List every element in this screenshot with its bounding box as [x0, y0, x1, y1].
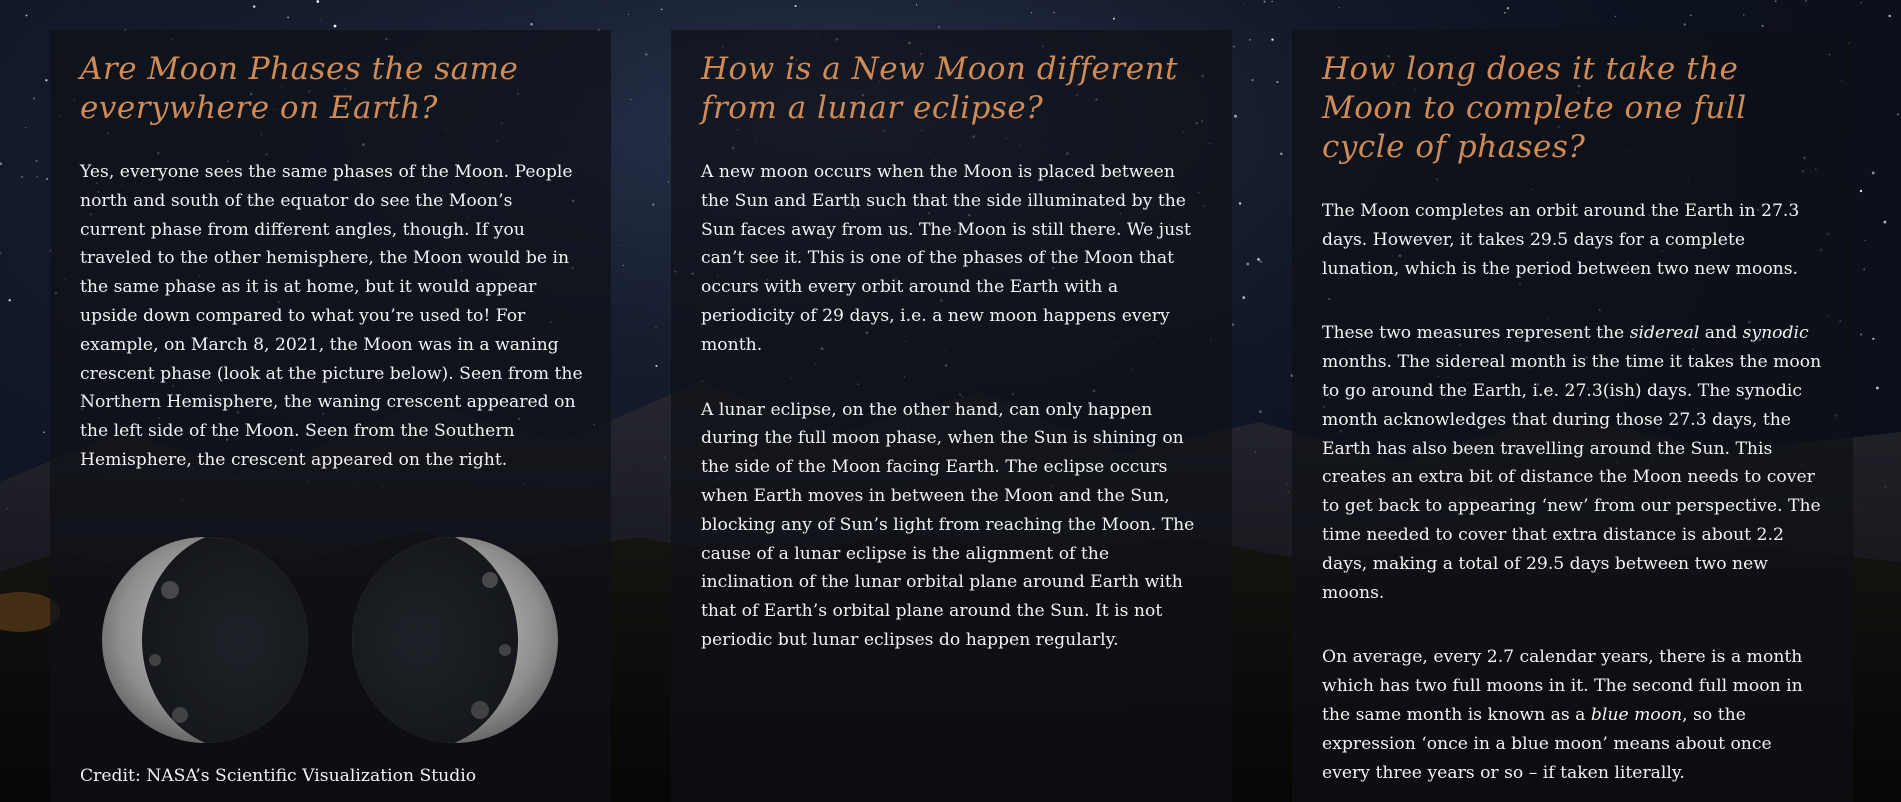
text-fragment: and	[1699, 323, 1743, 344]
star	[1234, 114, 1237, 118]
star	[661, 8, 663, 11]
star	[1246, 262, 1250, 266]
star	[645, 53, 648, 56]
star	[252, 5, 256, 8]
star	[1614, 15, 1616, 17]
star	[1859, 189, 1863, 193]
star	[1897, 113, 1899, 116]
star	[33, 97, 36, 100]
moon-phase-comparison-image	[102, 537, 558, 743]
star	[1232, 45, 1235, 48]
panel-heading: How long does it take the Moon to comple…	[1322, 51, 1747, 165]
star	[1774, 0, 1777, 3]
panel-paragraph: A lunar eclipse, on the other hand, can …	[701, 399, 1195, 650]
star	[13, 100, 15, 102]
panel-paragraph: On average, every 2.7 calendar years, th…	[1322, 643, 1825, 787]
star	[622, 264, 624, 266]
panel-paragraph: The Moon completes an orbit around the E…	[1322, 201, 1800, 279]
star	[1863, 268, 1865, 271]
star	[938, 26, 940, 28]
image-credit: Credit: NASA’s Scientific Visualization …	[80, 766, 477, 786]
star	[1257, 258, 1260, 261]
star	[1053, 11, 1055, 14]
star	[1683, 23, 1686, 26]
star	[287, 16, 290, 19]
star	[617, 244, 619, 246]
star	[1743, 14, 1745, 16]
star	[1263, 0, 1266, 3]
star	[794, 4, 797, 8]
star	[652, 203, 655, 206]
faq-panel-moon-cycle-length: How long does it take the Moon to comple…	[1292, 30, 1853, 802]
star	[333, 24, 337, 28]
star	[1860, 2, 1862, 4]
star	[25, 14, 28, 17]
star	[1259, 260, 1262, 263]
panel-heading: How is a New Moon different from a lunar…	[701, 51, 1178, 126]
star	[1238, 202, 1242, 205]
star	[1506, 6, 1510, 10]
star	[20, 175, 24, 179]
panel-paragraph: These two measures represent the siderea…	[1322, 319, 1825, 607]
star	[1276, 81, 1279, 84]
star	[35, 160, 38, 163]
star	[45, 177, 49, 180]
panel-heading: Are Moon Phases the same everywhere on E…	[80, 51, 519, 126]
star	[1805, 0, 1807, 2]
panel-paragraph: A new moon occurs when the Moon is place…	[701, 162, 1191, 355]
star	[1248, 38, 1251, 41]
star	[1888, 14, 1891, 18]
star	[1690, 14, 1692, 17]
star	[1871, 171, 1875, 175]
star	[36, 176, 38, 178]
star	[916, 4, 918, 6]
star	[1864, 239, 1866, 241]
term-synodic: synodic	[1742, 323, 1809, 344]
faq-panel-moon-phases-everywhere: Are Moon Phases the same everywhere on E…	[50, 30, 611, 802]
star	[1280, 152, 1283, 156]
term-sidereal: sidereal	[1629, 323, 1700, 344]
star	[1243, 3, 1245, 5]
panel-paragraph: Yes, everyone sees the same phases of th…	[80, 162, 583, 470]
star	[320, 18, 322, 20]
star	[45, 79, 48, 82]
star	[1761, 24, 1764, 28]
star	[628, 13, 629, 15]
text-fragment: months. The sidereal month is the time i…	[1322, 352, 1822, 603]
star	[1112, 17, 1115, 20]
moon-south-icon	[352, 537, 558, 743]
star	[668, 181, 670, 183]
star	[1251, 78, 1254, 82]
text-fragment: These two measures represent the	[1322, 323, 1630, 344]
star	[1338, 7, 1340, 9]
star	[1030, 12, 1033, 14]
moon-north-icon	[102, 537, 308, 743]
star	[530, 22, 533, 26]
star	[1503, 11, 1506, 14]
faq-panel-new-moon-vs-eclipse: How is a New Moon different from a lunar…	[671, 30, 1232, 802]
star	[1271, 0, 1273, 3]
star	[1883, 220, 1887, 224]
star	[316, 0, 320, 3]
star	[25, 127, 27, 129]
star	[630, 98, 632, 101]
star	[1271, 38, 1274, 41]
term-blue-moon: blue moon	[1590, 704, 1683, 725]
